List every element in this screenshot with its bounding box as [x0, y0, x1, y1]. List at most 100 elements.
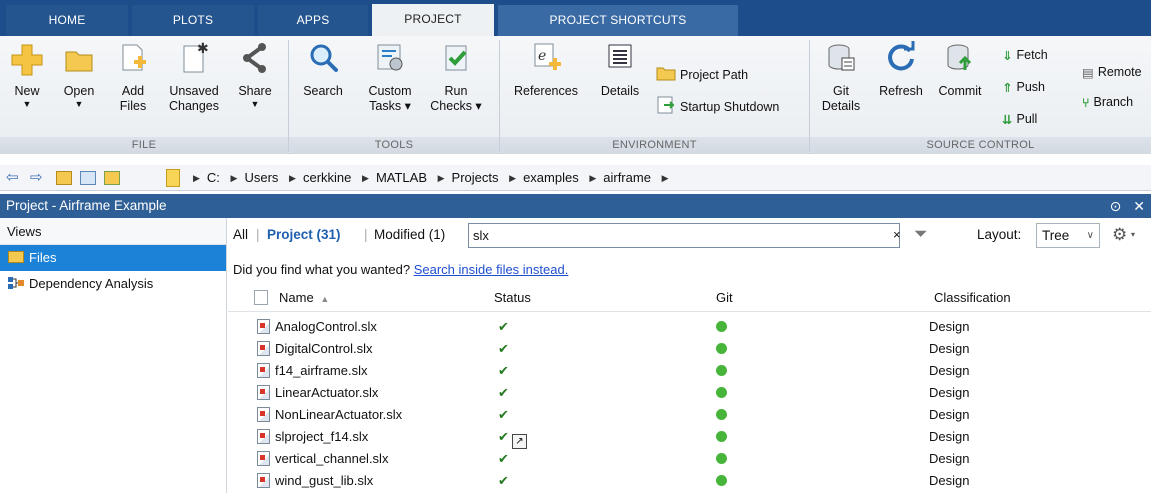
simulink-model-icon — [257, 385, 270, 400]
startup-shutdown-button[interactable]: Startup Shutdown — [656, 95, 779, 120]
table-row[interactable]: NonLinearActuator.slx ✔ Design — [228, 404, 1151, 426]
open-button[interactable]: Open ▼ — [56, 40, 102, 109]
table-row[interactable]: LinearActuator.slx ✔ Design — [228, 382, 1151, 404]
close-icon[interactable]: ✕ — [1133, 198, 1145, 214]
up-folder-icon[interactable] — [56, 171, 72, 185]
file-name-cell: LinearActuator.slx — [257, 382, 378, 404]
plus-icon — [10, 40, 44, 76]
table-row[interactable]: wind_gust_lib.slx ✔ Design — [228, 470, 1151, 492]
clear-search-icon[interactable]: × — [893, 218, 901, 252]
table-row[interactable]: f14_airframe.slx ✔ Design — [228, 360, 1151, 382]
filter-all[interactable]: All — [233, 218, 248, 252]
panel-menu-icon[interactable]: ⊙ — [1110, 198, 1122, 214]
chevron-down-icon[interactable]: ▾ — [1131, 218, 1135, 252]
forward-arrow-icon[interactable]: ⇨ — [30, 168, 43, 186]
share-button[interactable]: Share ▼ — [230, 40, 280, 109]
push-button[interactable]: ⇑ Push — [1002, 78, 1045, 97]
details-button[interactable]: Details — [594, 40, 646, 99]
status-cell: ✔ ↗ — [498, 426, 527, 449]
sidebar-item-dependency-analysis[interactable]: Dependency Analysis — [0, 271, 226, 297]
search-label: Search — [303, 84, 343, 98]
filter-modified[interactable]: Modified (1) — [374, 218, 445, 252]
breadcrumb-item[interactable]: airframe — [603, 170, 651, 185]
tab-home[interactable]: HOME — [6, 5, 128, 36]
simulink-model-icon — [257, 341, 270, 356]
table-row[interactable]: slproject_f14.slx ✔ ↗ Design — [228, 426, 1151, 449]
file-name: NonLinearActuator.slx — [275, 407, 403, 422]
run-checks-button[interactable]: Run Checks ▾ — [428, 40, 484, 114]
tab-project-shortcuts[interactable]: PROJECT SHORTCUTS — [498, 5, 738, 36]
remote-button[interactable]: ▤ Remote — [1082, 63, 1142, 82]
git-ok-dot — [716, 387, 727, 398]
column-header-status[interactable]: Status — [494, 284, 531, 312]
back-arrow-icon[interactable]: ⇦ — [6, 168, 19, 186]
tab-plots[interactable]: PLOTS — [132, 5, 254, 36]
filter-project[interactable]: Project (31) — [267, 218, 341, 252]
filter-bar: All | Project (31) | Modified (1) slx × … — [228, 218, 1151, 252]
filter-funnel-icon[interactable]: ⏷ — [914, 217, 928, 251]
tools-section-label: TOOLS — [289, 137, 499, 154]
unsaved-changes-button[interactable]: ✱ Unsaved Changes — [164, 40, 224, 114]
section-divider — [499, 40, 500, 152]
custom-tasks-button[interactable]: Custom Tasks ▾ — [358, 40, 422, 114]
branches-button[interactable]: ⑂ Branch — [1082, 93, 1133, 112]
breadcrumb-separator-icon: ▶ — [437, 173, 445, 183]
open-label: Open — [63, 84, 95, 98]
tab-apps[interactable]: APPS — [258, 5, 368, 36]
new-label: New — [14, 84, 40, 98]
file-name-cell: DigitalControl.slx — [257, 338, 373, 360]
breadcrumb: ▶ C: ▶ Users ▶ cerkkine ▶ MATLAB ▶ Projects ▶… — [186, 165, 675, 191]
breadcrumb-item[interactable]: Projects — [452, 170, 499, 185]
column-header-name[interactable]: Name ▲ — [279, 284, 329, 313]
chevron-down-icon: ▼ — [74, 99, 84, 109]
search-inside-files-link[interactable]: Search inside files instead. — [414, 262, 569, 277]
svg-text:e: e — [538, 48, 546, 64]
breadcrumb-item[interactable]: MATLAB — [376, 170, 427, 185]
browse-folder-icon[interactable] — [80, 171, 96, 185]
tasks-label: Tasks ▾ — [369, 99, 411, 113]
add-files-button[interactable]: Add Files — [110, 40, 156, 114]
commit-button[interactable]: Commit — [932, 40, 988, 99]
git-ok-dot — [716, 321, 727, 332]
fetch-button[interactable]: ⇓ Fetch — [1002, 46, 1048, 65]
git-details-button[interactable]: Git Details — [816, 40, 866, 114]
layout-select[interactable]: Tree ∨ — [1036, 223, 1100, 248]
simulink-model-icon — [257, 319, 270, 334]
column-header-git[interactable]: Git — [716, 284, 733, 312]
sidebar-item-files[interactable]: Files — [0, 245, 226, 271]
breadcrumb-item[interactable]: Users — [244, 170, 278, 185]
project-path-button[interactable]: Project Path — [656, 64, 748, 87]
breadcrumb-separator-icon: ▶ — [589, 173, 597, 183]
table-row[interactable]: vertical_channel.slx ✔ Design — [228, 448, 1151, 470]
breadcrumb-item[interactable]: examples — [523, 170, 579, 185]
refresh-folder-icon[interactable] — [104, 171, 120, 185]
refresh-button[interactable]: Refresh — [872, 40, 930, 99]
breadcrumb-separator-icon[interactable]: ▶ — [662, 173, 669, 183]
search-input[interactable]: slx — [468, 223, 900, 248]
classification-cell: Design — [929, 385, 970, 400]
git-status-icon — [716, 426, 727, 448]
address-bar: ⇦ ⇨ ▶ C: ▶ Users ▶ cerkkine ▶ MATLAB ▶ Projec… — [0, 165, 1151, 191]
git-label: Git — [833, 84, 849, 98]
new-button[interactable]: New ▼ — [4, 40, 50, 109]
custom-tasks-icon — [373, 40, 407, 76]
references-button[interactable]: e References — [506, 40, 586, 99]
table-row[interactable]: AnalogControl.slx ✔ Design — [228, 316, 1151, 338]
layout-select-value: Tree — [1042, 228, 1070, 243]
git-status-icon — [716, 338, 727, 360]
section-divider — [809, 40, 810, 152]
table-row[interactable]: DigitalControl.slx ✔ Design — [228, 338, 1151, 360]
tab-project[interactable]: PROJECT — [372, 4, 494, 36]
git-ok-dot — [716, 431, 727, 442]
column-header-classification[interactable]: Classification — [934, 284, 1011, 312]
pull-icon: ⇊ — [1002, 112, 1013, 127]
file-name: slproject_f14.slx — [275, 429, 369, 444]
status-check-icon: ✔ — [498, 429, 509, 444]
pull-button[interactable]: ⇊ Pull — [1002, 110, 1037, 129]
search-button[interactable]: Search — [296, 40, 350, 99]
gear-icon[interactable]: ⚙ — [1112, 218, 1127, 252]
breadcrumb-item[interactable]: cerkkine — [303, 170, 351, 185]
breadcrumb-item[interactable]: C: — [207, 170, 220, 185]
current-folder-icon — [166, 169, 180, 187]
filter-divider: | — [256, 227, 260, 242]
